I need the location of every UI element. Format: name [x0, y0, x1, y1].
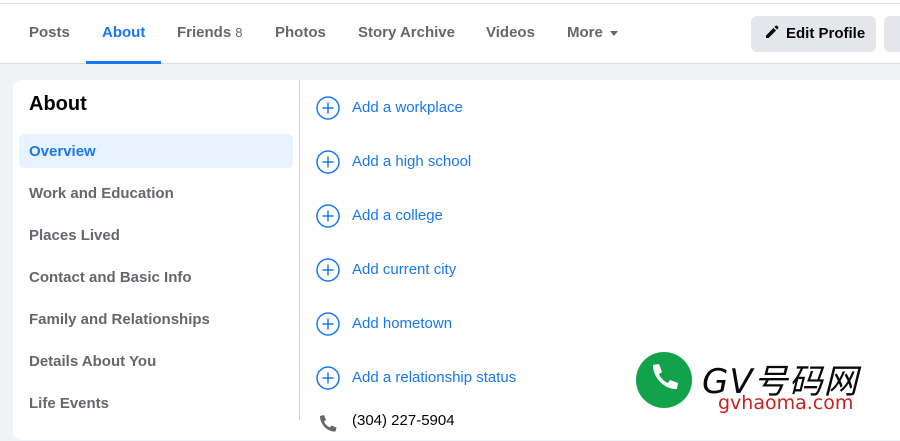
active-tab-indicator	[86, 61, 161, 64]
plus-circle-icon	[316, 312, 340, 336]
tab-label: About	[102, 24, 146, 41]
sidebar-item-work-education[interactable]: Work and Education	[29, 185, 174, 202]
tab-about[interactable]: About	[102, 4, 145, 62]
tab-videos[interactable]: Videos	[486, 4, 535, 62]
add-item-label: Add a college	[352, 207, 443, 224]
add-item-label: Add current city	[352, 261, 457, 278]
phone-number: (304) 227-5904	[352, 412, 455, 429]
tab-posts[interactable]: Posts	[29, 4, 70, 62]
plus-circle-icon	[316, 204, 340, 228]
pencil-icon	[766, 25, 779, 38]
sidebar-item-life-events[interactable]: Life Events	[29, 395, 109, 412]
watermark-url: gvhaoma.com	[718, 392, 854, 414]
tab-photos[interactable]: Photos	[275, 4, 326, 62]
phone-row: (304) 227-5904	[316, 412, 455, 441]
friends-count: 8	[235, 25, 243, 40]
add-item-label: Add a relationship status	[352, 369, 517, 386]
plus-circle-icon	[316, 150, 340, 174]
sidebar-item-family-relationships[interactable]: Family and Relationships	[29, 311, 210, 328]
plus-circle-icon	[316, 366, 340, 390]
watermark-circle	[636, 352, 692, 408]
tab-label: Posts	[29, 24, 70, 41]
caret-down-icon	[609, 30, 618, 36]
more-options-button[interactable]	[884, 16, 900, 52]
about-column-divider	[299, 80, 300, 420]
phone-icon	[320, 415, 337, 432]
add-item-label: Add hometown	[352, 315, 453, 332]
tab-story-archive[interactable]: Story Archive	[358, 4, 455, 62]
profile-tab-bar: Posts About Friends 8 Photos Story Archiv…	[0, 0, 900, 64]
add-item-label: Add a high school	[352, 153, 472, 170]
tab-more[interactable]: More	[567, 4, 618, 62]
edit-profile-button[interactable]: Edit Profile	[751, 16, 876, 52]
phone-icon	[653, 364, 678, 390]
sidebar-item-places-lived[interactable]: Places Lived	[29, 227, 120, 244]
sidebar-item-overview[interactable]: Overview	[29, 143, 96, 160]
edit-profile-label: Edit Profile	[786, 25, 866, 42]
plus-circle-icon	[316, 96, 340, 120]
tab-label: Friends	[177, 24, 232, 41]
about-heading: About	[29, 93, 87, 115]
tab-friends[interactable]: Friends 8	[177, 4, 242, 62]
tab-label: Story Archive	[358, 24, 455, 41]
tab-label: Videos	[486, 24, 535, 41]
sidebar-item-details-about-you[interactable]: Details About You	[29, 353, 156, 370]
watermark-logo: GV号码网 gvhaoma.com	[632, 350, 900, 420]
tab-label: More	[567, 24, 603, 41]
sidebar-item-contact-basic-info[interactable]: Contact and Basic Info	[29, 269, 192, 286]
tab-label: Photos	[275, 24, 326, 41]
add-item-label: Add a workplace	[352, 99, 463, 116]
plus-circle-icon	[316, 258, 340, 282]
